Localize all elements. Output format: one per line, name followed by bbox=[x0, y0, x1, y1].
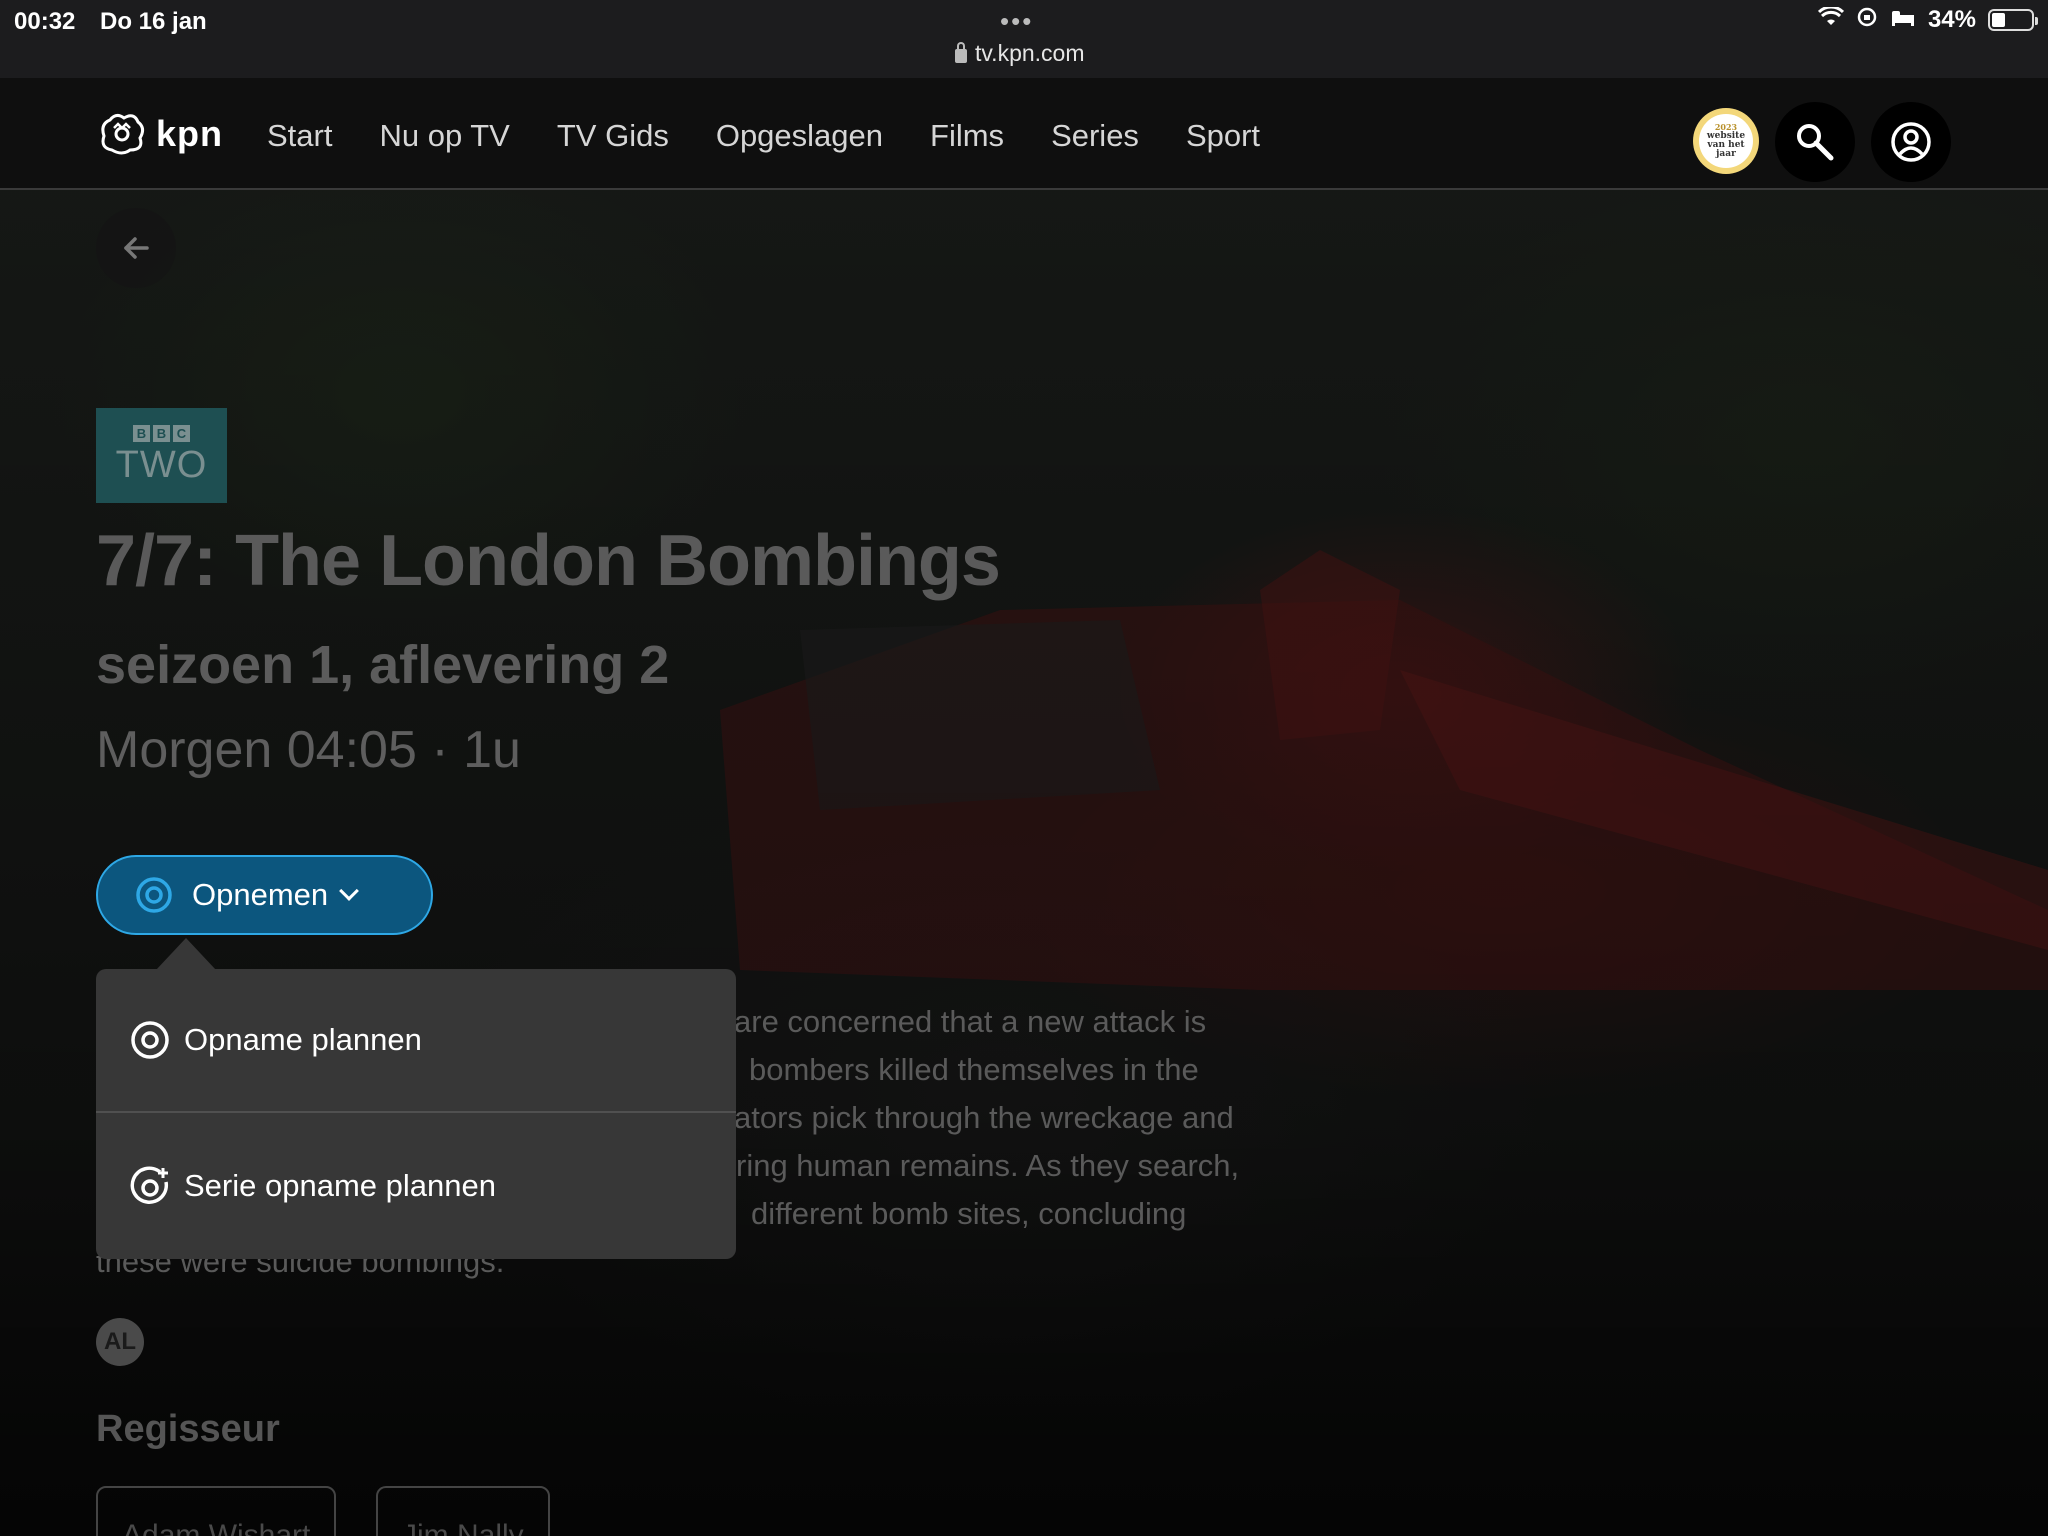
battery-icon bbox=[1988, 9, 2038, 31]
schedule-recording-option[interactable]: Opname plannen bbox=[96, 969, 736, 1113]
nav-nu-op-tv[interactable]: Nu op TV bbox=[379, 118, 509, 154]
nav-films[interactable]: Films bbox=[930, 118, 1004, 154]
nav-tv-gids[interactable]: TV Gids bbox=[557, 118, 669, 154]
record-dropdown-menu: Opname plannen Serie opname plannen bbox=[96, 969, 736, 1259]
kpn-logo[interactable]: kpn bbox=[94, 106, 223, 162]
dropdown-pointer bbox=[156, 938, 216, 970]
program-title: 7/7: The London Bombings bbox=[96, 521, 1001, 601]
award-line-3: jaar bbox=[1716, 149, 1736, 159]
sleep-icon bbox=[1890, 7, 1916, 33]
director-chip[interactable]: Jim Nally bbox=[376, 1486, 550, 1536]
search-icon bbox=[1797, 124, 1834, 161]
logo-text: kpn bbox=[156, 113, 224, 154]
nav-opgeslagen[interactable]: Opgeslagen bbox=[716, 118, 883, 154]
arrow-left-icon bbox=[124, 237, 149, 259]
age-rating-badge: AL bbox=[96, 1318, 144, 1366]
record-button-label: Opnemen bbox=[192, 877, 329, 912]
program-hero: B B C TWO 7/7: The London Bombings seizo… bbox=[0, 190, 2048, 1536]
dropdown-item-label: Serie opname plannen bbox=[184, 1168, 496, 1203]
series-record-icon bbox=[130, 1166, 169, 1204]
nav-links: Start Nu op TV TV Gids Opgeslagen Films … bbox=[267, 118, 1260, 154]
dropdown-item-label: Opname plannen bbox=[184, 1022, 422, 1057]
website-van-het-jaar-badge[interactable]: 2023 website van het jaar bbox=[1693, 108, 1759, 174]
status-time: 00:32 bbox=[14, 8, 76, 35]
schedule-series-recording-option[interactable]: Serie opname plannen bbox=[96, 1114, 736, 1258]
episode-info: seizoen 1, aflevering 2 bbox=[96, 635, 670, 695]
top-navigation: kpn Start Nu op TV TV Gids Opgeslagen Fi… bbox=[0, 78, 2048, 190]
multitask-dots-icon[interactable]: ••• bbox=[1000, 6, 1033, 37]
search-button[interactable] bbox=[1775, 102, 1855, 182]
battery-percent: 34% bbox=[1927, 6, 1976, 33]
account-icon bbox=[1891, 122, 1931, 162]
bbc-letter: C bbox=[173, 424, 190, 442]
nav-start[interactable]: Start bbox=[267, 118, 332, 154]
channel-name: TWO bbox=[115, 443, 208, 486]
director-chip[interactable]: Adam Wishart bbox=[96, 1486, 337, 1536]
record-button[interactable]: Opnemen bbox=[96, 855, 433, 935]
nav-series[interactable]: Series bbox=[1051, 118, 1139, 154]
orientation-lock-icon bbox=[1856, 6, 1878, 34]
address-bar[interactable]: tv.kpn.com bbox=[955, 40, 1085, 67]
lock-icon bbox=[955, 41, 967, 63]
status-date: Do 16 jan bbox=[100, 8, 207, 35]
bbc-letter: B bbox=[153, 424, 170, 442]
wifi-icon bbox=[1817, 5, 1845, 33]
status-bar: 00:32 Do 16 jan ••• tv.kpn.com 34% bbox=[0, 0, 2048, 78]
status-indicators: 34% bbox=[1817, 5, 2038, 34]
bbc-letter: B bbox=[133, 424, 150, 442]
record-icon bbox=[131, 1021, 169, 1059]
chevron-down-icon bbox=[339, 881, 360, 901]
bbc-logo: B B C bbox=[133, 424, 190, 442]
kpn-crown-icon bbox=[101, 113, 145, 155]
url-text: tv.kpn.com bbox=[975, 40, 1085, 66]
director-heading: Regisseur bbox=[96, 1408, 280, 1450]
back-button[interactable] bbox=[96, 208, 176, 288]
account-button[interactable] bbox=[1871, 102, 1951, 182]
nav-sport[interactable]: Sport bbox=[1186, 118, 1260, 154]
airtime: Morgen 04:05 · 1u bbox=[96, 721, 521, 779]
channel-logo: B B C TWO bbox=[96, 408, 227, 503]
record-icon bbox=[136, 877, 172, 913]
